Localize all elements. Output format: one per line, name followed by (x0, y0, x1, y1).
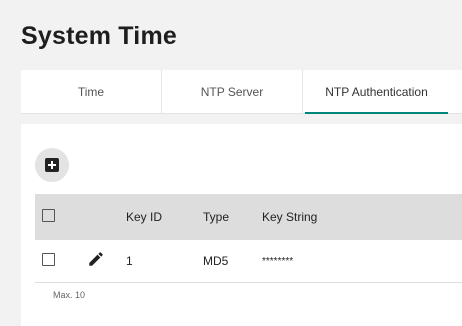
tab-label: NTP Server (200, 85, 264, 99)
table-row: 1 MD5 ******** (35, 240, 462, 283)
tab-label: NTP Authentication (325, 85, 428, 99)
table-header: Key ID Type Key String (35, 194, 462, 240)
tab-bar: Time NTP Server NTP Authentication (21, 70, 462, 114)
row-checkbox[interactable] (42, 253, 55, 266)
add-key-button[interactable] (35, 148, 69, 182)
select-all-checkbox[interactable] (42, 209, 55, 222)
cell-type: MD5 (203, 254, 229, 268)
tab-ntp-authentication[interactable]: NTP Authentication (303, 70, 450, 114)
ntp-auth-card: Key ID Type Key String 1 MD5 ******** Ma… (21, 124, 462, 326)
plus-box-icon (45, 158, 59, 172)
column-header-key-id[interactable]: Key ID (126, 210, 162, 224)
column-header-key-string[interactable]: Key String (262, 210, 317, 224)
max-entries-note: Max. 10 (53, 290, 86, 300)
tab-ntp-server[interactable]: NTP Server (162, 70, 303, 114)
column-header-type[interactable]: Type (203, 210, 229, 224)
cell-key-id: 1 (126, 254, 133, 268)
page-title: System Time (21, 22, 177, 50)
pencil-icon[interactable] (87, 250, 105, 268)
tab-time[interactable]: Time (21, 70, 162, 114)
cell-key-string: ******** (262, 256, 294, 267)
tab-label: Time (77, 85, 105, 99)
